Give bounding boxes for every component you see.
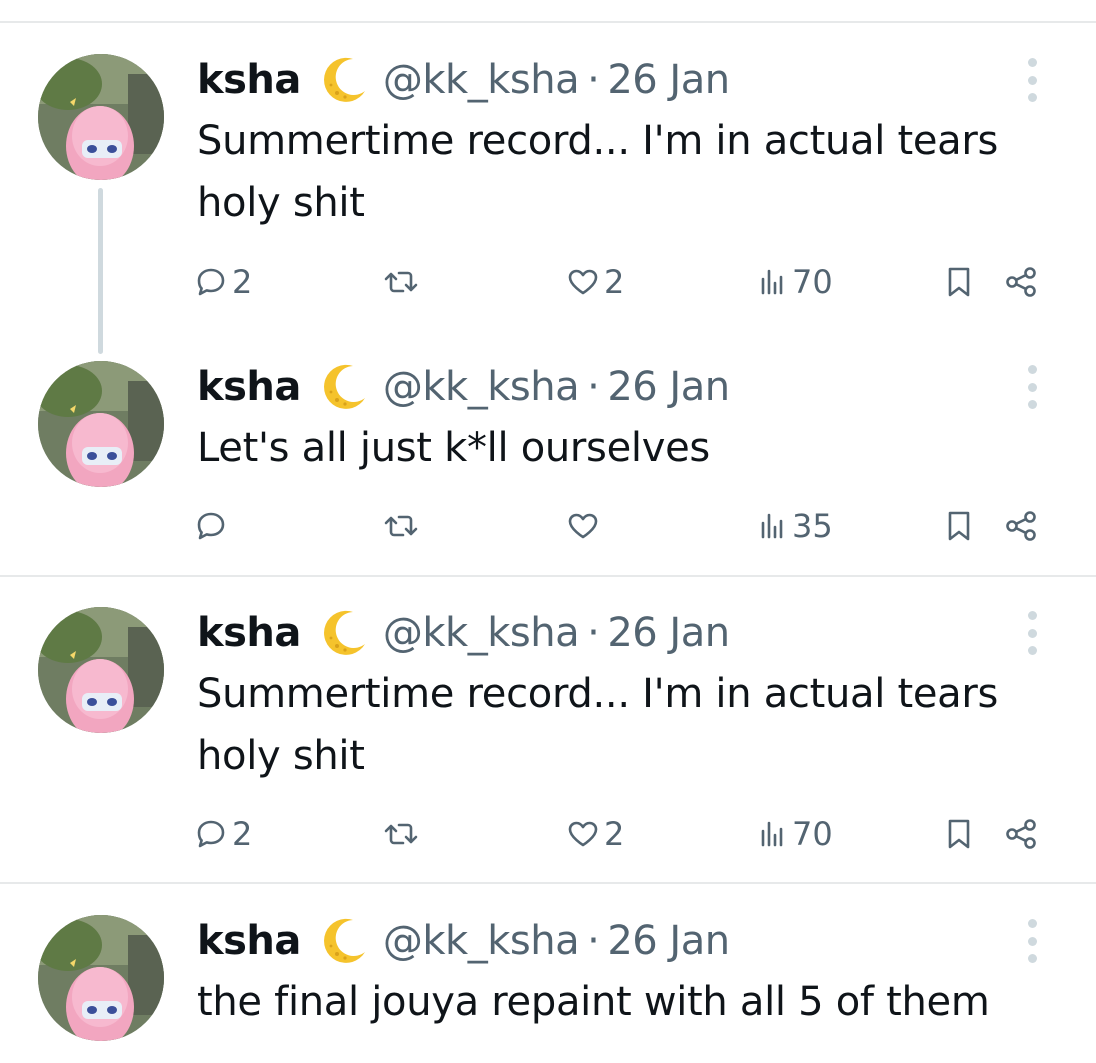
tweet-text-line: Summertime record... I'm in actual tears	[197, 118, 999, 164]
separator-dot: ·	[587, 610, 600, 656]
bookmark-icon	[948, 819, 970, 849]
tweet-text-line: Summertime record... I'm in actual tears	[197, 671, 999, 717]
retweet-icon	[384, 823, 418, 845]
more-options-icon[interactable]	[1020, 58, 1044, 102]
tweet-date[interactable]: 26 Jan	[607, 918, 730, 964]
avatar[interactable]	[38, 915, 164, 1041]
user-handle[interactable]: @kk_ksha	[383, 918, 580, 964]
tweet-header: ksha @kk_ksha · 26 Jan	[197, 916, 730, 966]
tweet-header: ksha @kk_ksha · 26 Jan	[197, 55, 730, 105]
display-name[interactable]: ksha	[197, 610, 301, 656]
retweet-icon	[384, 271, 418, 293]
separator-dot: ·	[587, 918, 600, 964]
views-button[interactable]: 70	[758, 812, 833, 856]
more-options-icon[interactable]	[1020, 365, 1044, 409]
views-icon	[761, 269, 783, 295]
tweet-actions: 2 2 70	[0, 260, 1096, 304]
like-button[interactable]	[566, 504, 604, 548]
views-icon	[761, 513, 783, 539]
heart-icon	[568, 269, 598, 295]
display-name[interactable]: ksha	[197, 364, 301, 410]
heart-icon	[568, 513, 598, 539]
reply-button[interactable]: 2	[194, 260, 252, 304]
like-button[interactable]: 2	[566, 812, 624, 856]
more-options-icon[interactable]	[1020, 611, 1044, 655]
reply-button[interactable]	[194, 504, 232, 548]
heart-icon	[568, 821, 598, 847]
share-button[interactable]	[1004, 260, 1040, 304]
tweet-header: ksha @kk_ksha · 26 Jan	[197, 362, 730, 412]
tweet-actions: 2 2 70	[0, 812, 1096, 856]
tweet-text-line: Let's all just k*ll ourselves	[197, 425, 710, 471]
share-icon	[1006, 511, 1036, 541]
display-name[interactable]: ksha	[197, 57, 301, 103]
reply-icon	[197, 820, 225, 848]
bookmark-icon	[948, 511, 970, 541]
user-handle[interactable]: @kk_ksha	[383, 610, 580, 656]
tweet-text-line: the final jouya repaint with all 5 of th…	[197, 979, 990, 1025]
tweet-text: Summertime record... I'm in actual tears…	[197, 663, 1067, 787]
share-icon	[1006, 267, 1036, 297]
bookmark-button[interactable]	[944, 812, 974, 856]
like-button[interactable]: 2	[566, 260, 624, 304]
user-handle[interactable]: @kk_ksha	[383, 364, 580, 410]
like-count: 2	[604, 815, 625, 853]
tweet-date[interactable]: 26 Jan	[607, 610, 730, 656]
view-count: 70	[792, 815, 833, 853]
divider-top	[0, 21, 1096, 23]
share-button[interactable]	[1004, 504, 1040, 548]
retweet-button[interactable]	[383, 812, 423, 856]
tweet-header: ksha @kk_ksha · 26 Jan	[197, 608, 730, 658]
reply-icon	[197, 512, 225, 540]
tweet-text-line: holy shit	[197, 733, 365, 779]
views-button[interactable]: 35	[758, 504, 833, 548]
crescent-moon-icon	[315, 608, 369, 658]
separator-dot: ·	[587, 57, 600, 103]
share-icon	[1006, 819, 1036, 849]
view-count: 70	[792, 263, 833, 301]
retweet-icon	[384, 515, 418, 537]
bookmark-button[interactable]	[944, 504, 974, 548]
retweet-button[interactable]	[383, 504, 423, 548]
share-button[interactable]	[1004, 812, 1040, 856]
tweet-text: Let's all just k*ll ourselves	[197, 417, 1067, 479]
views-icon	[761, 821, 783, 847]
crescent-moon-icon	[315, 916, 369, 966]
reply-button[interactable]: 2	[194, 812, 252, 856]
separator-dot: ·	[587, 364, 600, 410]
tweet-actions: 35	[0, 504, 1096, 548]
view-count: 35	[792, 507, 833, 545]
tweet-text: Summertime record... I'm in actual tears…	[197, 110, 1067, 234]
bookmark-button[interactable]	[944, 260, 974, 304]
more-options-icon[interactable]	[1020, 919, 1044, 963]
divider	[0, 575, 1096, 577]
avatar[interactable]	[38, 54, 164, 180]
tweet-text-line: holy shit	[197, 180, 365, 226]
views-button[interactable]: 70	[758, 260, 833, 304]
retweet-button[interactable]	[383, 260, 423, 304]
avatar[interactable]	[38, 607, 164, 733]
avatar[interactable]	[38, 361, 164, 487]
display-name[interactable]: ksha	[197, 918, 301, 964]
tweet-date[interactable]: 26 Jan	[607, 364, 730, 410]
divider	[0, 882, 1096, 884]
crescent-moon-icon	[315, 362, 369, 412]
reply-count: 2	[232, 815, 253, 853]
like-count: 2	[604, 263, 625, 301]
tweet-text: the final jouya repaint with all 5 of th…	[197, 971, 1067, 1033]
crescent-moon-icon	[315, 55, 369, 105]
reply-count: 2	[232, 263, 253, 301]
bookmark-icon	[948, 267, 970, 297]
user-handle[interactable]: @kk_ksha	[383, 57, 580, 103]
tweet-date[interactable]: 26 Jan	[607, 57, 730, 103]
reply-icon	[197, 268, 225, 296]
